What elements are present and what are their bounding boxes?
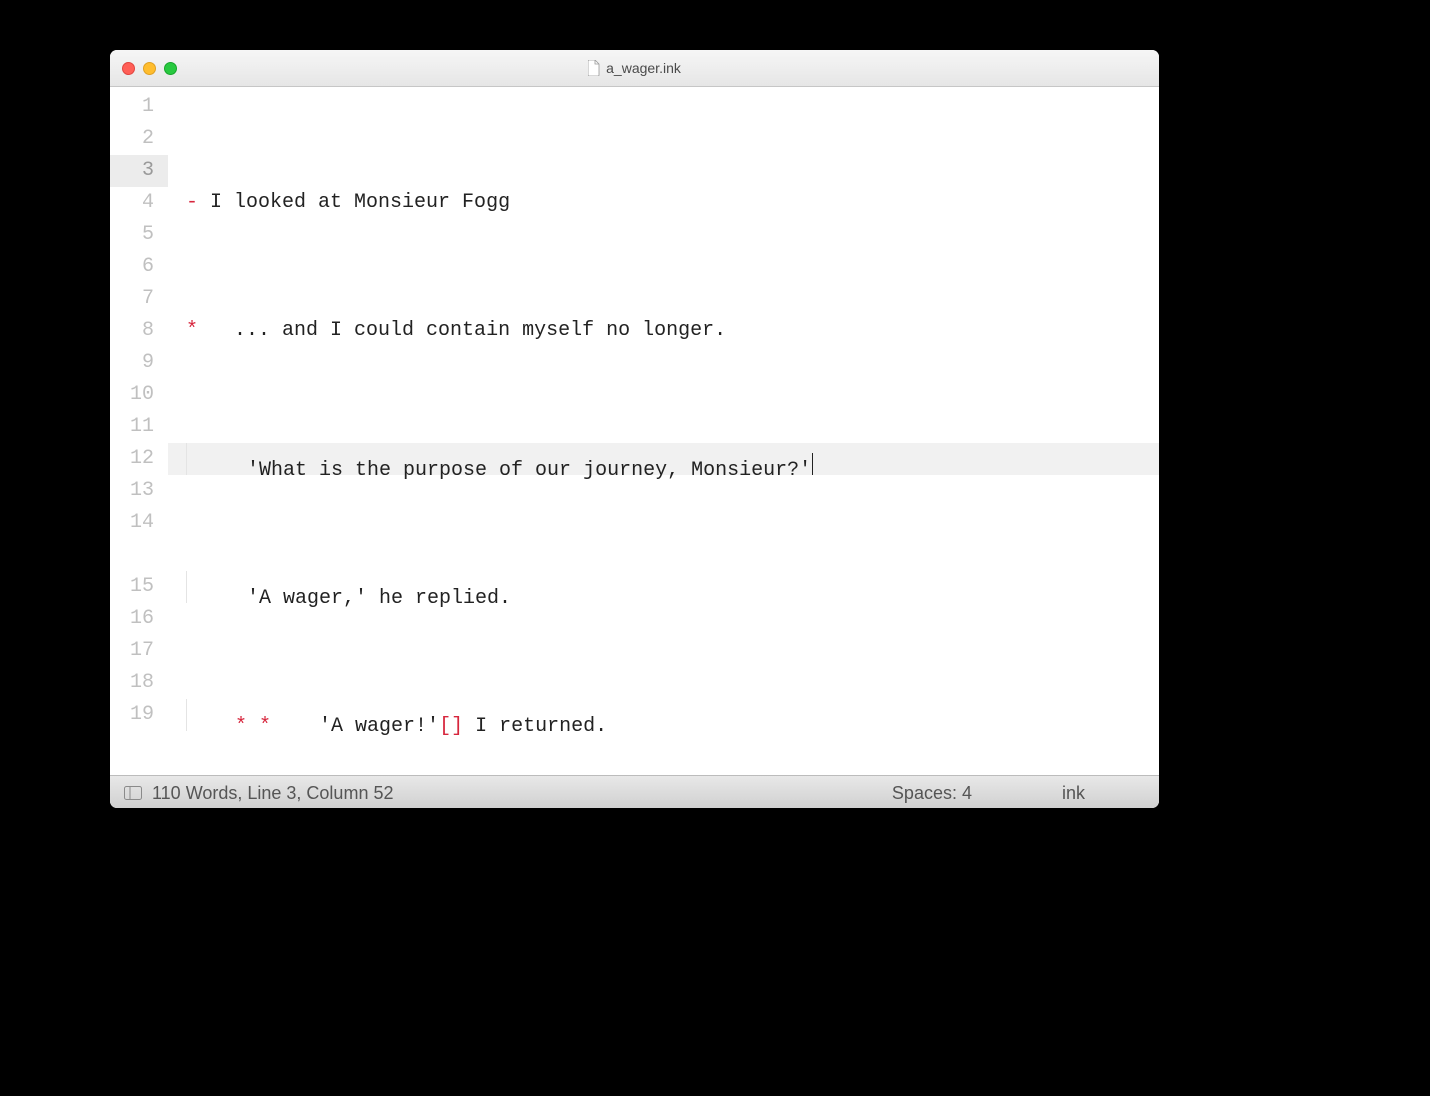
code-text: ... and I could contain myself no longer… <box>198 315 726 347</box>
line-number: 19 <box>110 699 168 731</box>
window-title: a_wager.ink <box>110 60 1159 76</box>
line-number: 8 <box>110 315 168 347</box>
line-number: 5 <box>110 219 168 251</box>
code-text: 'A wager,' he replied. <box>199 583 511 615</box>
window-title-text: a_wager.ink <box>606 60 681 76</box>
editor-area[interactable]: 1234567891011121314 1516171819 - I looke… <box>110 87 1159 775</box>
status-syntax[interactable]: ink <box>1062 783 1085 804</box>
zoom-icon[interactable] <box>164 62 177 75</box>
line-number: 17 <box>110 635 168 667</box>
editor-window: a_wager.ink 1234567891011121314 15161718… <box>110 50 1159 808</box>
code-line[interactable]: * * 'A wager!'[] I returned. <box>168 699 1159 731</box>
panel-icon[interactable] <box>124 786 142 800</box>
close-icon[interactable] <box>122 62 135 75</box>
status-bar: 110 Words, Line 3, Column 52 Spaces: 4 i… <box>110 775 1159 808</box>
code-text: I returned. <box>463 711 607 743</box>
traffic-lights <box>122 62 177 75</box>
code-line[interactable]: 'A wager,' he replied. <box>168 571 1159 603</box>
line-number-wrap <box>110 539 168 571</box>
code-area[interactable]: - I looked at Monsieur Fogg * ... and I … <box>168 87 1159 775</box>
line-number: 2 <box>110 123 168 155</box>
code-line[interactable]: * ... and I could contain myself no long… <box>168 315 1159 347</box>
file-icon <box>588 60 600 76</box>
line-number: 10 <box>110 379 168 411</box>
line-number: 4 <box>110 187 168 219</box>
line-number: 13 <box>110 475 168 507</box>
minimize-icon[interactable] <box>143 62 156 75</box>
line-number-gutter: 1234567891011121314 1516171819 <box>110 87 168 775</box>
line-number: 1 <box>110 91 168 123</box>
status-spaces[interactable]: Spaces: 4 <box>892 783 972 804</box>
line-number: 18 <box>110 667 168 699</box>
line-number: 9 <box>110 347 168 379</box>
line-number: 6 <box>110 251 168 283</box>
line-number: 15 <box>110 571 168 603</box>
line-number: 16 <box>110 603 168 635</box>
ink-suppress-brackets: [] <box>439 711 463 743</box>
line-number: 7 <box>110 283 168 315</box>
line-number: 3 <box>110 155 168 187</box>
code-text: 'What is the purpose of our journey, Mon… <box>199 455 811 487</box>
ink-choice-marker: * <box>186 315 198 347</box>
code-line[interactable]: - I looked at Monsieur Fogg <box>168 187 1159 219</box>
line-number: 14 <box>110 507 168 539</box>
code-text: I looked at Monsieur Fogg <box>198 187 510 219</box>
status-stats: 110 Words, Line 3, Column 52 <box>152 783 393 804</box>
titlebar[interactable]: a_wager.ink <box>110 50 1159 87</box>
code-text: 'A wager!' <box>271 711 439 743</box>
line-number: 11 <box>110 411 168 443</box>
ink-gather-marker: - <box>186 187 198 219</box>
text-caret <box>812 453 813 475</box>
line-number: 12 <box>110 443 168 475</box>
ink-choice-marker: * * <box>235 711 271 743</box>
code-line[interactable]: 'What is the purpose of our journey, Mon… <box>168 443 1159 475</box>
